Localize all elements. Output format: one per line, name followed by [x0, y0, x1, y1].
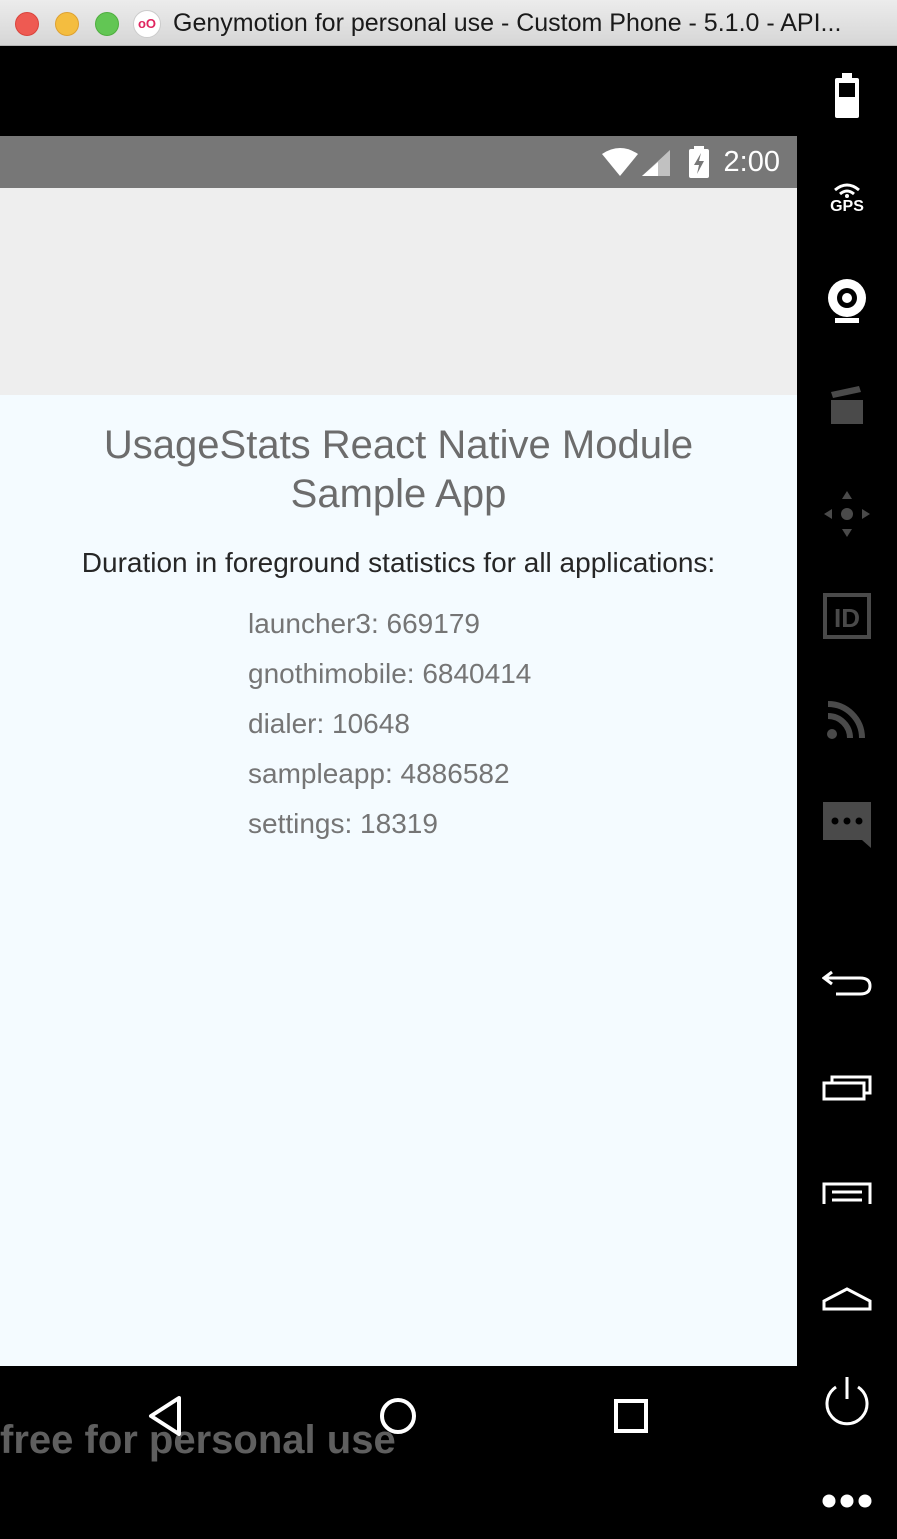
battery-charging-icon — [689, 146, 709, 178]
zoom-window-button[interactable] — [95, 12, 119, 36]
android-nav-bar: free for personal use — [0, 1366, 797, 1539]
list-item: settings: 18319 — [248, 808, 438, 839]
battery-icon[interactable] — [819, 71, 875, 121]
recent-apps-icon[interactable] — [819, 1066, 875, 1110]
device-id-icon[interactable]: ID — [819, 591, 875, 641]
wifi-icon — [602, 148, 638, 176]
window-title-bar: oO Genymotion for personal use - Custom … — [0, 0, 897, 46]
back-icon[interactable] — [819, 961, 875, 1005]
camera-icon[interactable] — [819, 276, 875, 326]
watermark-text: free for personal use — [0, 1418, 396, 1462]
network-icon[interactable] — [819, 694, 875, 744]
app-action-bar — [0, 188, 797, 395]
sms-icon[interactable] — [819, 798, 875, 852]
list-item: dialer: 10648 — [248, 708, 410, 739]
cell-signal-icon — [642, 150, 670, 176]
list-item: sampleapp: 4886582 — [248, 758, 510, 789]
list-item: gnothimobile: 6840414 — [248, 658, 532, 689]
gps-label: GPS — [830, 198, 864, 215]
minimize-window-button[interactable] — [55, 12, 79, 36]
menu-icon[interactable] — [819, 1171, 875, 1215]
recents-icon[interactable] — [611, 1394, 651, 1438]
list-item: launcher3: 669179 — [248, 608, 480, 639]
app-title: UsageStats React Native Module Sample Ap… — [103, 423, 694, 516]
capture-icon[interactable] — [819, 381, 875, 431]
stats-list: launcher3: 669179 gnothimobile: 6840414 … — [248, 607, 531, 857]
genymotion-logo-icon: oO — [133, 10, 161, 38]
app-content: UsageStats React Native Module Sample Ap… — [0, 395, 797, 1366]
stats-subtitle: Duration in foreground statistics for al… — [81, 547, 716, 578]
android-status-bar: 2:00 — [0, 136, 797, 188]
status-time: 2:00 — [723, 146, 780, 178]
home-icon[interactable] — [819, 1276, 875, 1320]
status-icons — [600, 146, 680, 183]
genymotion-toolbar: GPS ID — [797, 46, 897, 1539]
power-icon[interactable] — [819, 1371, 875, 1431]
home-icon[interactable] — [378, 1394, 418, 1438]
device-top-bezel — [0, 46, 797, 136]
more-icon[interactable] — [819, 1486, 875, 1516]
gps-icon[interactable]: GPS — [819, 174, 875, 224]
dpad-icon[interactable] — [819, 486, 875, 542]
back-icon[interactable] — [145, 1394, 185, 1438]
close-window-button[interactable] — [15, 12, 39, 36]
window-title: Genymotion for personal use - Custom Pho… — [173, 9, 842, 37]
svg-text:ID: ID — [834, 603, 860, 633]
